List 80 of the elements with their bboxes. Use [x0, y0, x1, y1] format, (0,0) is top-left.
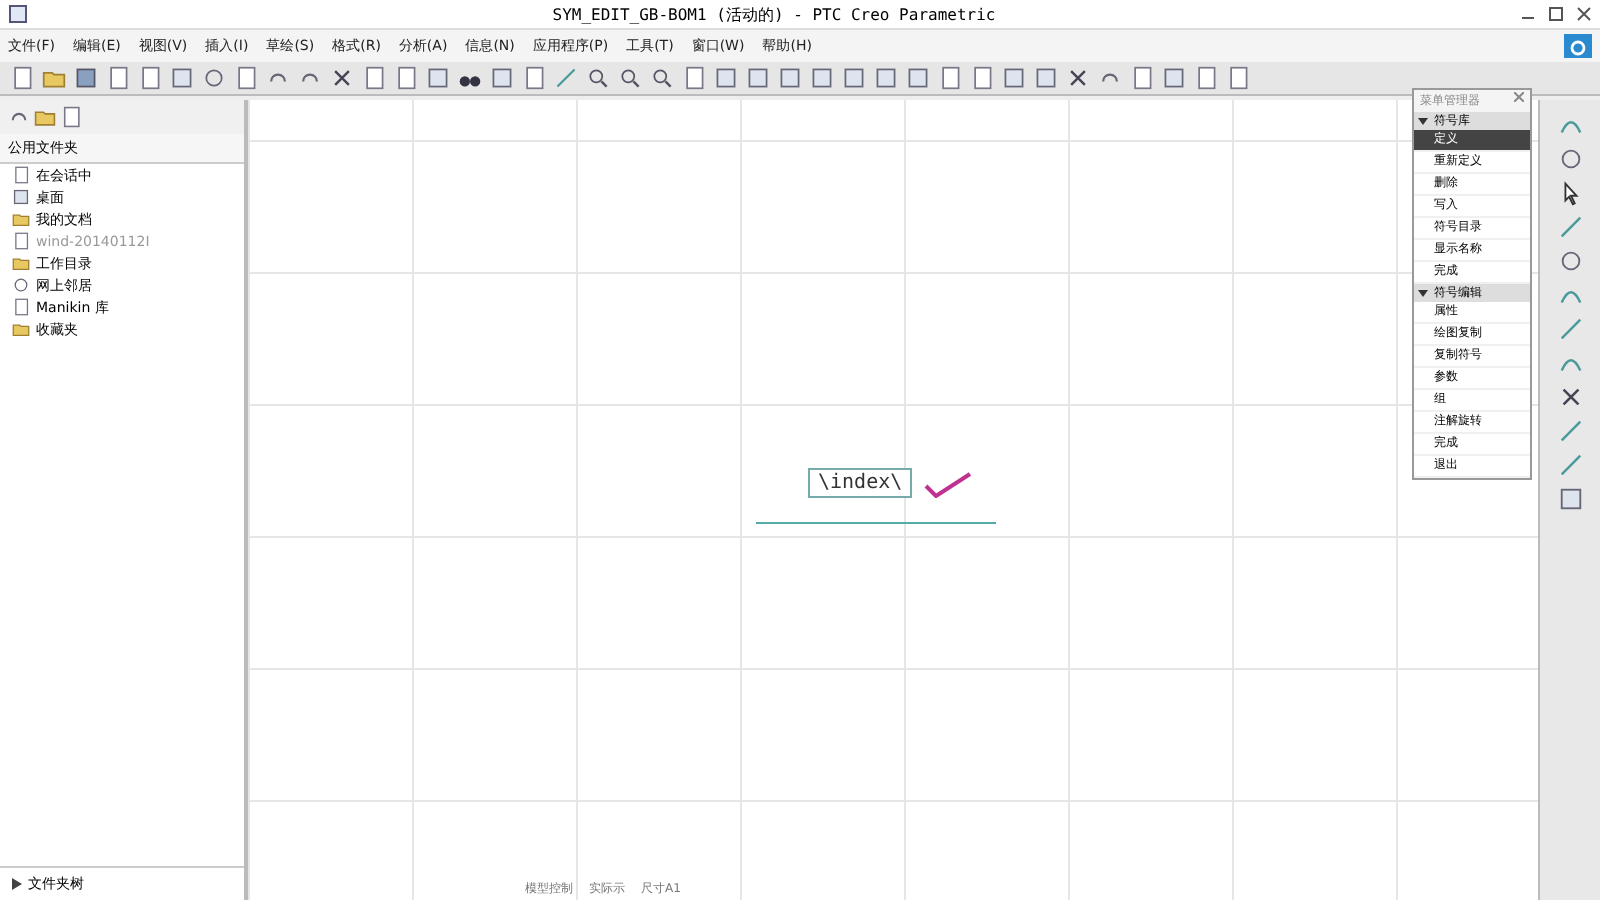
folder-icon	[42, 66, 66, 90]
folder-icon	[12, 254, 30, 272]
toolbar-button[interactable]	[520, 64, 548, 92]
maximize-icon[interactable]	[1548, 6, 1564, 22]
window-title: SYM_EDIT_GB-BOM1 (活动的) - PTC Creo Parametric	[550, 3, 998, 25]
triangle-icon	[1418, 116, 1428, 126]
toolbar-button[interactable]	[424, 64, 452, 92]
toolbar-button[interactable]	[1192, 64, 1220, 92]
toolbar-button[interactable]	[840, 64, 868, 92]
cross-icon	[1557, 384, 1583, 410]
close-icon[interactable]	[1514, 92, 1524, 102]
page-icon	[12, 166, 30, 184]
page-icon	[1194, 66, 1218, 90]
circle-icon	[1557, 248, 1583, 274]
toolbar-button[interactable]	[584, 64, 612, 92]
symbol-text: \index\	[808, 468, 913, 498]
page-icon	[138, 66, 162, 90]
toolbar-button[interactable]	[1160, 64, 1188, 92]
page-icon	[12, 298, 30, 316]
folder-icon	[34, 106, 56, 128]
toolbar-button[interactable]	[904, 64, 932, 92]
page-icon	[60, 106, 82, 128]
toolbar-button[interactable]	[680, 64, 708, 92]
folder-icon	[12, 320, 30, 338]
toolbar-button[interactable]	[648, 64, 676, 92]
toolbar-button[interactable]	[232, 64, 260, 92]
toolbar-button[interactable]	[1128, 64, 1156, 92]
magnifier-icon	[618, 66, 642, 90]
toolbar-button[interactable]	[808, 64, 836, 92]
page-icon	[938, 66, 962, 90]
triangle-icon	[1418, 288, 1428, 298]
toolbar-button[interactable]	[776, 64, 804, 92]
toolbar-button[interactable]	[1224, 64, 1252, 92]
toolbar-button[interactable]	[968, 64, 996, 92]
toolbar-button[interactable]	[616, 64, 644, 92]
square-icon	[12, 188, 30, 206]
line-icon	[1557, 214, 1583, 240]
circle-icon	[202, 66, 226, 90]
toolbar-button[interactable]	[744, 64, 772, 92]
app-icon	[8, 4, 28, 24]
toolbar-button[interactable]	[488, 64, 516, 92]
line-icon	[1557, 452, 1583, 478]
page-icon	[106, 66, 130, 90]
folder-icon	[12, 210, 30, 228]
checkmark-icon	[924, 469, 973, 497]
toolbar-button[interactable]	[712, 64, 740, 92]
cross-icon	[330, 66, 354, 90]
toolbar-button[interactable]	[1032, 64, 1060, 92]
line-icon	[1557, 316, 1583, 342]
page-icon	[970, 66, 994, 90]
magnifier-icon	[586, 66, 610, 90]
toolbar-button[interactable]	[8, 64, 36, 92]
page-icon	[362, 66, 386, 90]
expand-triangle-icon[interactable]	[12, 878, 22, 890]
page-icon	[522, 66, 546, 90]
toolbar-button[interactable]	[200, 64, 228, 92]
circle-icon	[1557, 146, 1583, 172]
toolbar-button[interactable]	[392, 64, 420, 92]
line-icon	[554, 66, 578, 90]
toolbar-button[interactable]	[1000, 64, 1028, 92]
page-icon	[394, 66, 418, 90]
toolbar-button[interactable]	[136, 64, 164, 92]
toolbar-button[interactable]	[872, 64, 900, 92]
line-icon	[1557, 418, 1583, 444]
circle-icon	[12, 276, 30, 294]
cross-icon	[1066, 66, 1090, 90]
close-icon[interactable]	[1576, 6, 1592, 22]
toolbar-button[interactable]	[168, 64, 196, 92]
page-icon	[12, 232, 30, 250]
toolbar-button[interactable]	[104, 64, 132, 92]
page-icon	[234, 66, 258, 90]
magnifier-icon	[650, 66, 674, 90]
page-icon	[1130, 66, 1154, 90]
page-icon	[1226, 66, 1250, 90]
page-icon	[682, 66, 706, 90]
toolbar-button[interactable]	[72, 64, 100, 92]
page-icon	[10, 66, 34, 90]
toolbar-button[interactable]	[360, 64, 388, 92]
square-icon	[1557, 486, 1583, 512]
toolbar-button[interactable]	[936, 64, 964, 92]
